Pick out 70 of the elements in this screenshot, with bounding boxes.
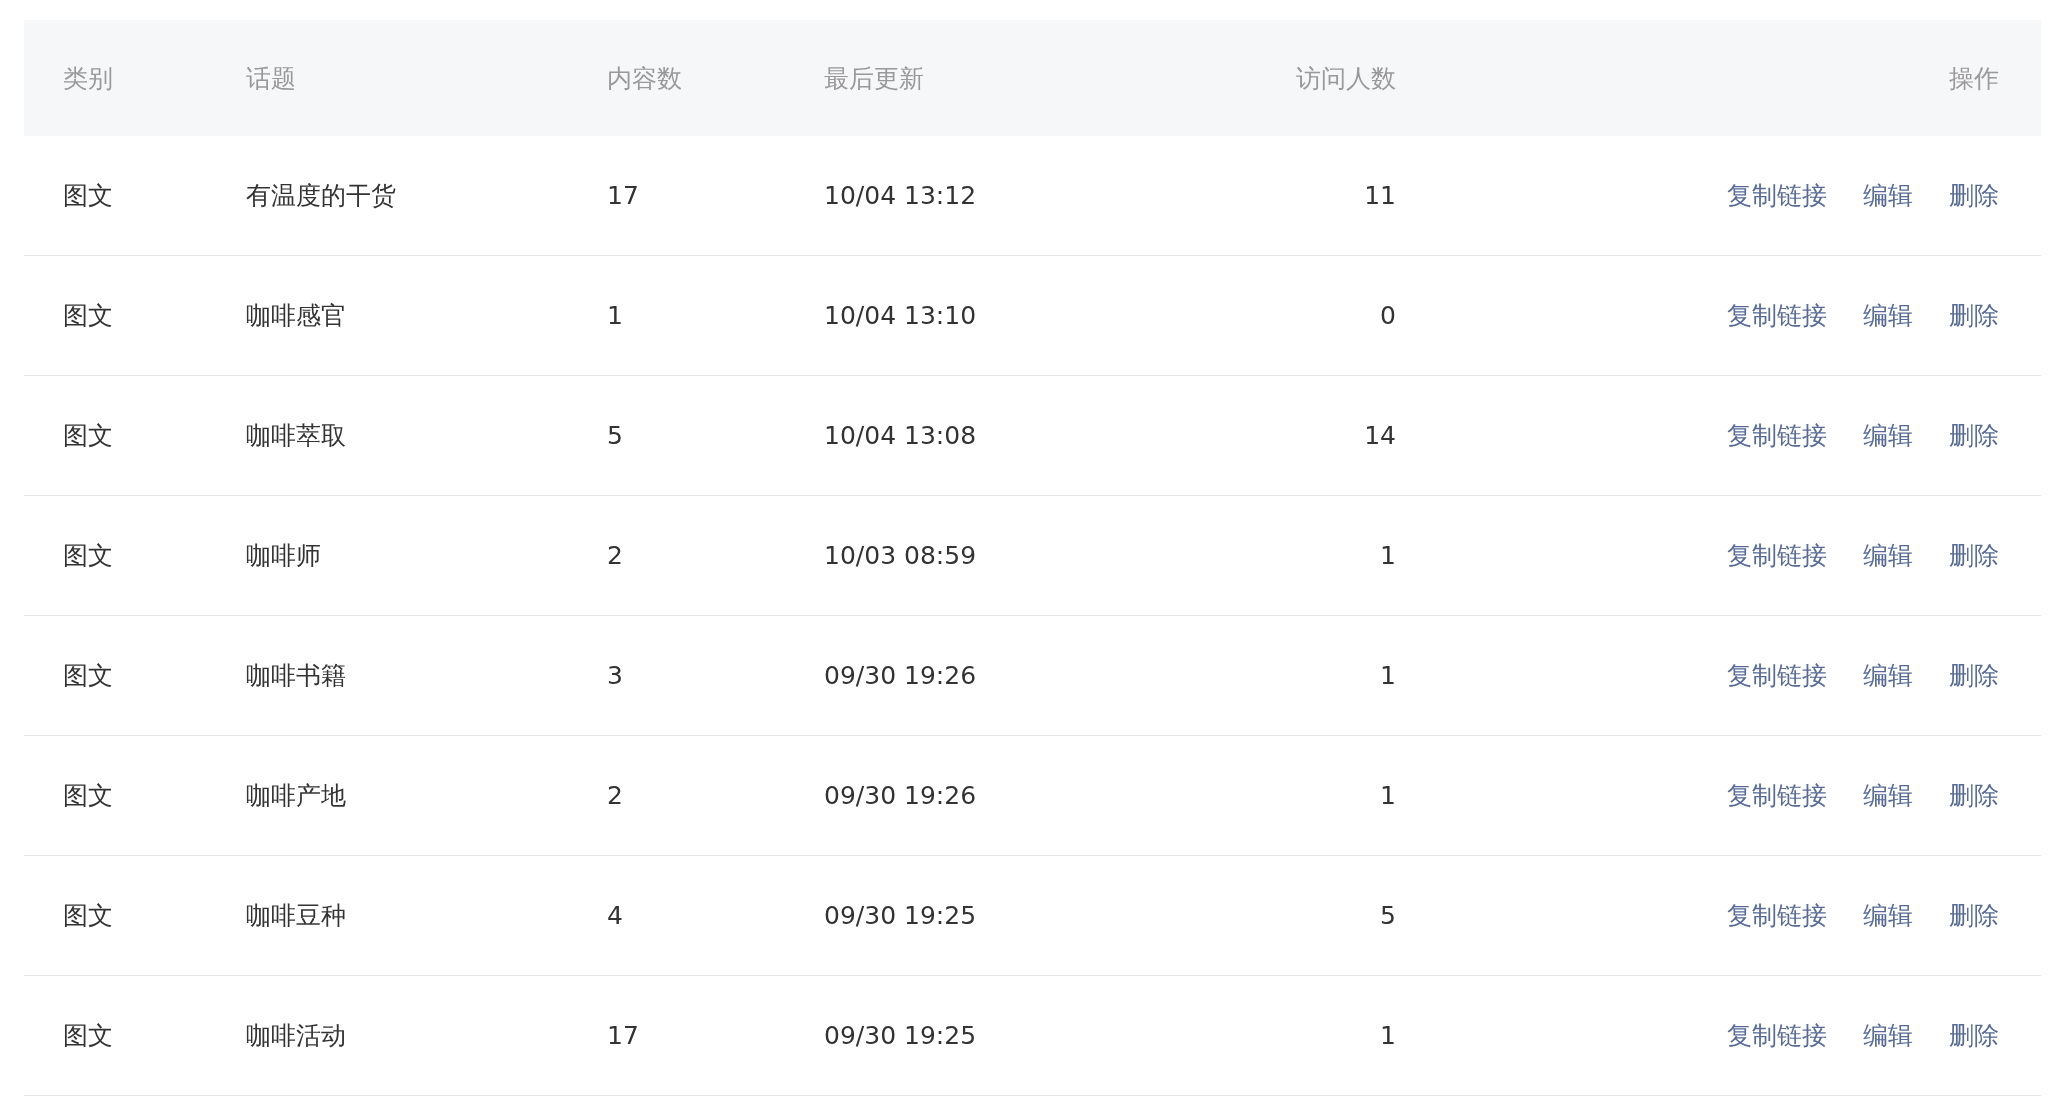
action-link[interactable]: 删除 bbox=[1949, 899, 1999, 932]
column-header: 访问人数 bbox=[1296, 62, 1396, 95]
action-link[interactable]: 删除 bbox=[1949, 419, 1999, 452]
table-cell-text: 咖啡豆种 bbox=[246, 900, 346, 932]
table-cell-text: 咖啡师 bbox=[246, 540, 321, 572]
action-link[interactable]: 删除 bbox=[1949, 299, 1999, 332]
table-cell-text: 咖啡感官 bbox=[246, 300, 346, 332]
table-cell: 5 bbox=[1380, 901, 1396, 930]
table-cell-text: 图文 bbox=[63, 900, 113, 932]
table-cell: 5 bbox=[607, 421, 623, 450]
action-link[interactable]: 编辑 bbox=[1863, 659, 1913, 692]
action-link[interactable]: 删除 bbox=[1949, 779, 1999, 812]
table-cell: 4 bbox=[607, 901, 623, 930]
table-cell-text: 咖啡萃取 bbox=[246, 420, 346, 452]
action-link[interactable]: 复制链接 bbox=[1727, 899, 1827, 932]
table-cell: 3 bbox=[607, 661, 623, 690]
action-link[interactable]: 编辑 bbox=[1863, 779, 1913, 812]
table-cell: 10/04 13:10 bbox=[824, 301, 977, 330]
action-link[interactable]: 编辑 bbox=[1863, 419, 1913, 452]
column-header: 类别 bbox=[63, 62, 113, 95]
table-cell: 1 bbox=[1380, 1021, 1396, 1050]
table-cell: 10/04 13:12 bbox=[824, 181, 977, 210]
table-cell: 1 bbox=[1380, 541, 1396, 570]
table-cell: 09/30 19:26 bbox=[824, 781, 977, 810]
table-cell-text: 咖啡书籍 bbox=[246, 660, 346, 692]
action-link[interactable]: 复制链接 bbox=[1727, 179, 1827, 212]
action-link[interactable]: 编辑 bbox=[1863, 179, 1913, 212]
action-link[interactable]: 复制链接 bbox=[1727, 299, 1827, 332]
table-cell: 1 bbox=[1380, 781, 1396, 810]
action-link[interactable]: 删除 bbox=[1949, 659, 1999, 692]
table-cell-text: 图文 bbox=[63, 180, 113, 212]
table-cell: 17 bbox=[607, 181, 639, 210]
table-cell-text: 有温度的干货 bbox=[246, 180, 396, 212]
action-link[interactable]: 复制链接 bbox=[1727, 779, 1827, 812]
table-cell: 17 bbox=[607, 1021, 639, 1050]
column-header: 操作 bbox=[1949, 62, 1999, 95]
action-link[interactable]: 复制链接 bbox=[1727, 659, 1827, 692]
action-link[interactable]: 编辑 bbox=[1863, 899, 1913, 932]
table-cell-text: 图文 bbox=[63, 300, 113, 332]
column-header: 内容数 bbox=[607, 62, 682, 95]
table-cell: 0 bbox=[1380, 301, 1396, 330]
column-header: 最后更新 bbox=[824, 62, 924, 95]
action-link[interactable]: 编辑 bbox=[1863, 539, 1913, 572]
table-cell: 2 bbox=[607, 781, 623, 810]
action-link[interactable]: 删除 bbox=[1949, 1019, 1999, 1052]
table-cell-text: 图文 bbox=[63, 420, 113, 452]
table-cell: 10/04 13:08 bbox=[824, 421, 977, 450]
table-cell: 14 bbox=[1364, 421, 1396, 450]
table-cell-text: 咖啡产地 bbox=[246, 780, 346, 812]
table-cell: 10/03 08:59 bbox=[824, 541, 977, 570]
action-link[interactable]: 编辑 bbox=[1863, 299, 1913, 332]
table-cell: 11 bbox=[1364, 181, 1396, 210]
table-cell: 1 bbox=[607, 301, 623, 330]
action-link[interactable]: 复制链接 bbox=[1727, 539, 1827, 572]
column-header: 话题 bbox=[246, 62, 296, 95]
table-cell: 09/30 19:26 bbox=[824, 661, 977, 690]
table-cell-text: 图文 bbox=[63, 540, 113, 572]
action-link[interactable]: 删除 bbox=[1949, 539, 1999, 572]
table-cell-text: 图文 bbox=[63, 780, 113, 812]
table-cell: 09/30 19:25 bbox=[824, 901, 977, 930]
table-cell: 09/30 19:25 bbox=[824, 1021, 977, 1050]
action-link[interactable]: 编辑 bbox=[1863, 1019, 1913, 1052]
table-cell: 1 bbox=[1380, 661, 1396, 690]
table-cell-text: 图文 bbox=[63, 660, 113, 692]
table-cell-text: 图文 bbox=[63, 1020, 113, 1052]
table-cell-text: 咖啡活动 bbox=[246, 1020, 346, 1052]
action-link[interactable]: 复制链接 bbox=[1727, 419, 1827, 452]
table-cell: 2 bbox=[607, 541, 623, 570]
action-link[interactable]: 删除 bbox=[1949, 179, 1999, 212]
action-link[interactable]: 复制链接 bbox=[1727, 1019, 1827, 1052]
